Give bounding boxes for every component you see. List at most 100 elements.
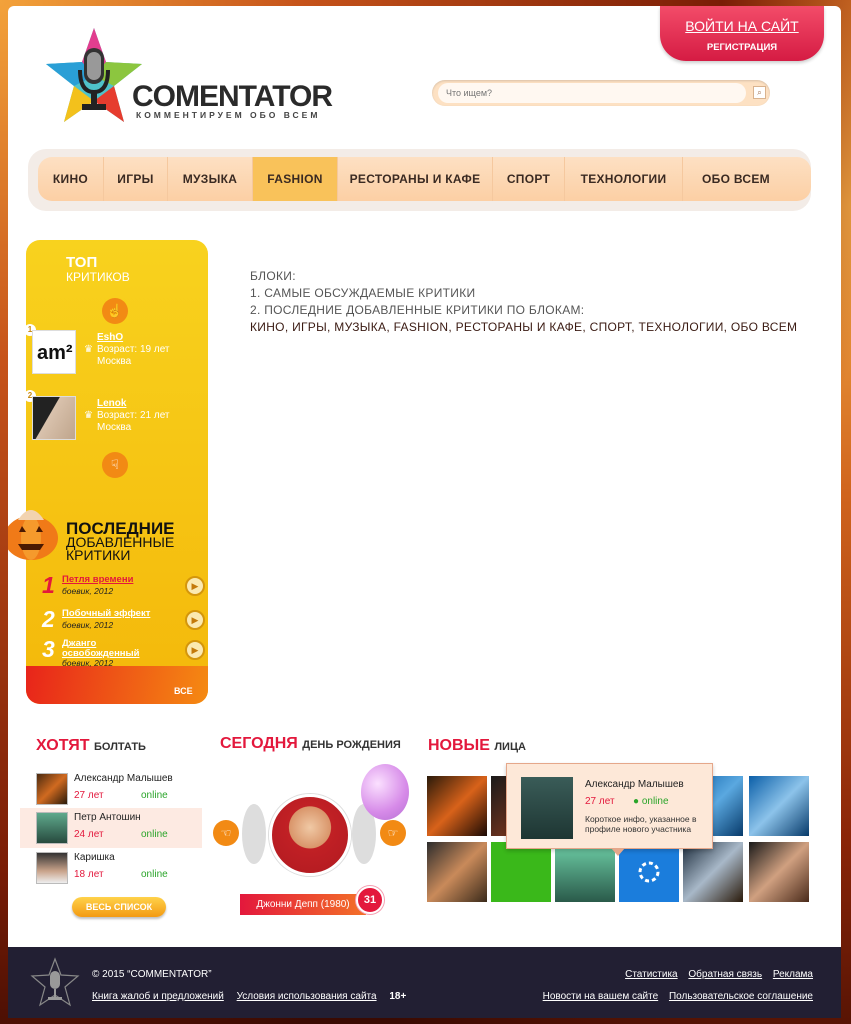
birthday-photo[interactable] — [269, 794, 351, 876]
latest-genre: боевик, 2012 — [62, 658, 114, 668]
play-icon[interactable]: ▶ — [185, 610, 205, 630]
face-thumb[interactable] — [555, 842, 615, 902]
content-line: 2. ПОСЛЕДНИЕ ДОБАВЛЕННЫЕ КРИТИКИ ПО БЛОК… — [250, 303, 585, 317]
stats-link[interactable]: Статистика — [625, 969, 678, 980]
user-status: online — [141, 829, 168, 840]
latest-number: 3 — [42, 636, 55, 662]
full-list-button[interactable]: ВЕСЬ СПИСОК — [72, 897, 166, 917]
latest-title-small: КРИТИКИ — [66, 547, 131, 563]
nav-item-music[interactable]: МУЗЫКА — [168, 157, 253, 201]
critic-name[interactable]: Lenok — [97, 398, 126, 409]
popup-info: Короткое инфо, указанное в профиле новог… — [585, 814, 697, 834]
critic-item[interactable]: 1 am² ♛ EshO Возраст: 19 лет Москва — [24, 324, 190, 374]
nav-item-restaurants[interactable]: РЕСТОРАНЫ И КАФЕ — [338, 157, 493, 201]
user-name: Каришка — [74, 852, 115, 863]
content-line: 1. САМЫЕ ОБСУЖДАЕМЫЕ КРИТИКИ — [250, 286, 476, 300]
face-thumb[interactable] — [749, 776, 809, 836]
search-icon[interactable]: ⌕ — [753, 86, 766, 99]
balloon-icon — [361, 764, 409, 820]
latest-title[interactable]: Петля времени — [62, 575, 158, 585]
logo-tagline: КОММЕНТИРУЕМ ОБО ВСЕМ — [136, 110, 321, 120]
face-thumb[interactable] — [683, 842, 743, 902]
face-thumb[interactable] — [749, 842, 809, 902]
face-thumb[interactable] — [619, 842, 679, 902]
new-faces-title-big: НОВЫЕ — [428, 737, 490, 754]
nav-item-fashion[interactable]: FASHION — [253, 157, 338, 201]
footer-links-right-top: Статистика Обратная связь Реклама — [617, 969, 813, 980]
top-critics-title: ТОП КРИТИКОВ — [66, 254, 130, 284]
search-bar: ⌕ — [432, 80, 770, 106]
avatar: am² — [32, 330, 76, 374]
feedback-link[interactable]: Обратная связь — [688, 969, 762, 980]
face-thumb[interactable] — [427, 842, 487, 902]
avatar — [36, 773, 68, 805]
latest-critic-item[interactable]: 3 Джанго освобожденный боевик, 2012 ▶ — [42, 636, 210, 668]
birthday-title-big: СЕГОДНЯ — [220, 735, 298, 752]
logo-star-icon — [46, 28, 142, 122]
nav-item-sport[interactable]: СПОРТ — [493, 157, 565, 201]
nav-item-tech[interactable]: ТЕХНОЛОГИИ — [565, 157, 683, 201]
page: COMENTATOR КОММЕНТИРУЕМ ОБО ВСЕМ ВОЙТИ Н… — [8, 6, 841, 1018]
critic-city: Москва — [97, 356, 132, 367]
chat-user[interactable]: Петр Антошин 24 лет online — [20, 808, 202, 848]
all-critics-link[interactable]: ВСЕ — [174, 686, 193, 696]
footer-links-right-bottom: Новости на вашем сайте Пользовательское … — [535, 991, 813, 1002]
nav-item-kino[interactable]: КИНО — [38, 157, 104, 201]
news-link[interactable]: Новости на вашем сайте — [543, 991, 659, 1002]
main-content: БЛОКИ: 1. САМЫЕ ОБСУЖДАЕМЫЕ КРИТИКИ 2. П… — [250, 268, 797, 336]
critic-item[interactable]: 2 ♛ Lenok Возраст: 21 лет Москва — [24, 390, 190, 440]
user-age: 27 лет — [74, 790, 104, 801]
critic-age: Возраст: 21 лет — [97, 410, 170, 421]
chat-user[interactable]: Каришка 18 лет online — [20, 848, 202, 888]
play-icon[interactable]: ▶ — [185, 576, 205, 596]
login-tab: ВОЙТИ НА САЙТ РЕГИСТРАЦИЯ — [660, 6, 824, 61]
next-arrow-icon[interactable]: ☞ — [380, 820, 406, 846]
face-thumb[interactable] — [427, 776, 487, 836]
main-nav: КИНО ИГРЫ МУЗЫКА FASHION РЕСТОРАНЫ И КАФ… — [38, 157, 811, 201]
critic-age: Возраст: 19 лет — [97, 344, 170, 355]
copyright: © 2015 “COMMENTATOR” — [92, 969, 212, 980]
scroll-up-button[interactable]: ☝ — [102, 298, 128, 324]
content-line: БЛОКИ: — [250, 269, 296, 283]
prev-arrow-icon[interactable]: ☜ — [213, 820, 239, 846]
medal-icon: ♛ — [84, 410, 93, 421]
agreement-link[interactable]: Пользовательское соглашение — [669, 991, 813, 1002]
critic-name[interactable]: EshO — [97, 332, 123, 343]
age-limit-badge: 18+ — [389, 991, 407, 1002]
birthday-age-badge: 31 — [356, 886, 384, 914]
register-link[interactable]: РЕГИСТРАЦИЯ — [660, 42, 824, 53]
critic-city: Москва — [97, 422, 132, 433]
user-popup: Александр Малышев 27 лет ● online Коротк… — [506, 763, 713, 856]
top-critics-title-big: ТОП — [66, 254, 98, 271]
chat-user[interactable]: Александр Малышев 27 лет online — [20, 769, 202, 809]
latest-title[interactable]: Джанго освобожденный — [62, 639, 158, 659]
latest-critic-item[interactable]: 1 Петля времени боевик, 2012 ▶ — [42, 572, 210, 604]
scroll-down-button[interactable]: ☟ — [102, 452, 128, 478]
chat-title-small: БОЛТАТЬ — [94, 741, 146, 753]
footer-logo-icon[interactable] — [30, 957, 80, 1011]
user-name: Петр Антошин — [74, 812, 141, 823]
face-thumb[interactable] — [491, 842, 551, 902]
site-logo[interactable]: COMENTATOR КОММЕНТИРУЕМ ОБО ВСЕМ — [44, 24, 334, 132]
chat-title: ХОТЯТ БОЛТАТЬ — [36, 737, 146, 755]
avatar — [32, 396, 76, 440]
nav-item-about[interactable]: ОБО ВСЕМ — [683, 157, 789, 201]
latest-title[interactable]: Побочный эффект — [62, 609, 158, 619]
popup-name: Александр Малышев — [585, 779, 684, 790]
play-icon[interactable]: ▶ — [185, 640, 205, 660]
search-input[interactable] — [438, 83, 746, 103]
complaints-link[interactable]: Книга жалоб и предложений — [92, 991, 224, 1002]
user-status: online — [141, 869, 168, 880]
user-age: 18 лет — [74, 869, 104, 880]
nav-item-games[interactable]: ИГРЫ — [104, 157, 168, 201]
ads-link[interactable]: Реклама — [773, 969, 813, 980]
logo-text: COMENTATOR — [132, 80, 333, 113]
terms-link[interactable]: Условия использования сайта — [237, 991, 377, 1002]
content-line: КИНО, ИГРЫ, МУЗЫКА, FASHION, РЕСТОРАНЫ И… — [250, 320, 798, 334]
footer-links-left: Книга жалоб и предложений Условия исполь… — [92, 991, 406, 1002]
birthday-name[interactable]: Джонни Депп (1980) — [240, 894, 366, 915]
sidebar-bottom-band — [26, 666, 208, 704]
avatar — [36, 812, 68, 844]
login-link[interactable]: ВОЙТИ НА САЙТ — [660, 18, 824, 34]
latest-critic-item[interactable]: 2 Побочный эффект боевик, 2012 ▶ — [42, 606, 210, 638]
